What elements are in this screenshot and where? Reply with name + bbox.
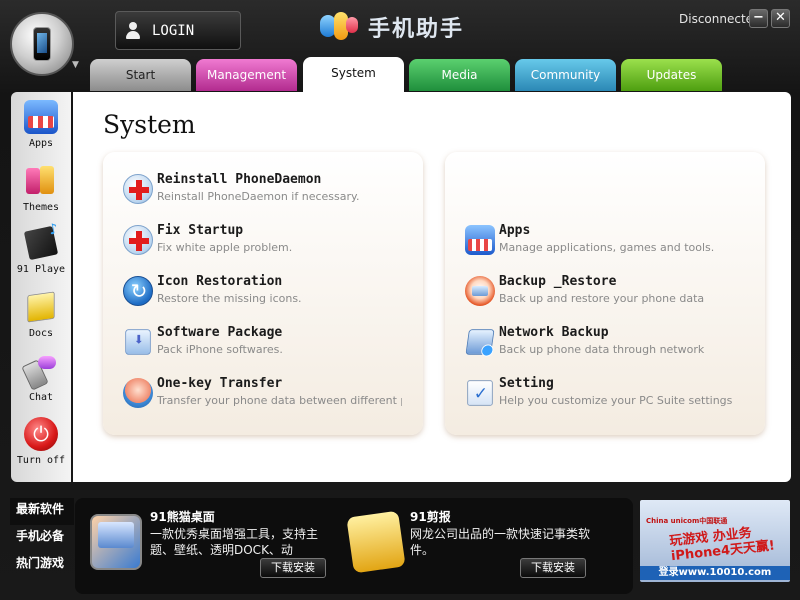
recommendations-panel: 91熊猫桌面 一款优秀桌面增强工具，支持主题、壁纸、透明DOCK、动 下载安装 … xyxy=(75,498,633,594)
item-description: Back up phone data through network xyxy=(499,343,705,356)
data-tools-card: Apps Manage applications, games and tool… xyxy=(445,152,765,435)
item-title: One-key Transfer xyxy=(157,376,283,391)
bottom-nav-games[interactable]: 热门游戏 xyxy=(10,552,74,579)
ad-headline: 玩游戏 办业务 iPhone4天天赢! xyxy=(668,525,776,565)
item-description: Help you customize your PC Suite setting… xyxy=(499,394,733,407)
sidebar-item-turn-off[interactable]: Turn off xyxy=(11,417,71,466)
item-description: Restore the missing icons. xyxy=(157,292,302,305)
network-backup-item[interactable]: Network Backup Back up phone data throug… xyxy=(465,325,755,365)
apps-item[interactable]: Apps Manage applications, games and tool… xyxy=(465,223,755,263)
desktop-app-icon xyxy=(90,514,142,570)
power-icon xyxy=(24,417,58,451)
fix-startup-item[interactable]: Fix Startup Fix white apple problem. xyxy=(123,223,413,263)
promo-panda-desktop: 91熊猫桌面 一款优秀桌面增强工具，支持主题、壁纸、透明DOCK、动 下载安装 xyxy=(90,508,340,588)
page-title: System xyxy=(103,110,196,139)
sidebar-item-chat[interactable]: Chat xyxy=(11,354,71,403)
reinstall-phonedaemon-item[interactable]: Reinstall PhoneDaemon Reinstall PhoneDae… xyxy=(123,172,413,212)
restore-icon xyxy=(123,276,154,306)
login-label: LOGIN xyxy=(152,22,195,39)
item-description: Back up and restore your phone data xyxy=(499,292,705,305)
sidebar-item-label: Themes xyxy=(22,202,60,213)
tab-community[interactable]: Community xyxy=(515,59,616,91)
sidebar-item-docs[interactable]: Docs xyxy=(11,290,71,339)
player-icon xyxy=(23,225,59,261)
chat-icon xyxy=(24,354,58,388)
item-title: Reinstall PhoneDaemon xyxy=(157,172,322,187)
left-sidebar: Apps Themes 91 Playe Docs Chat Turn off xyxy=(11,92,71,482)
device-button[interactable] xyxy=(10,12,74,76)
tab-updates[interactable]: Updates xyxy=(621,59,722,91)
docs-icon xyxy=(27,291,55,323)
item-title: Software Package xyxy=(157,325,283,340)
item-description: Fix white apple problem. xyxy=(157,241,293,254)
promo-clipper: 91剪报 网龙公司出品的一款快速记事类软件。 下载安装 xyxy=(346,508,600,588)
system-panel: System Reinstall PhoneDaemon Reinstall P… xyxy=(73,92,791,482)
close-button[interactable]: ✕ xyxy=(771,9,790,28)
item-title: Apps xyxy=(499,223,531,238)
tab-management[interactable]: Management xyxy=(196,59,297,91)
app-logo: 手机助手 xyxy=(318,10,464,44)
ad-banner[interactable]: China unicom中国联通 玩游戏 办业务 iPhone4天天赢! 登录w… xyxy=(640,500,790,582)
sidebar-item-label: Chat xyxy=(28,392,54,403)
software-package-item[interactable]: Software Package Pack iPhone softwares. xyxy=(123,325,413,365)
bottom-nav-latest[interactable]: 最新软件 xyxy=(10,498,74,525)
user-icon xyxy=(124,21,142,40)
iphone-icon xyxy=(33,27,51,61)
tab-media[interactable]: Media xyxy=(409,59,510,91)
ad-url: 登录www.10010.com xyxy=(640,566,790,580)
item-title: Network Backup xyxy=(499,325,609,340)
item-description: Reinstall PhoneDaemon if necessary. xyxy=(157,190,360,203)
apps-store-icon xyxy=(24,100,58,134)
network-backup-icon xyxy=(465,329,495,355)
install-button[interactable]: 下载安装 xyxy=(520,558,586,578)
medical-plus-icon xyxy=(123,174,153,204)
backup-restore-item[interactable]: Backup _Restore Back up and restore your… xyxy=(465,274,755,314)
sidebar-item-player[interactable]: 91 Playe xyxy=(11,225,71,275)
item-description: Manage applications, games and tools. xyxy=(499,241,715,254)
bottom-category-nav: 最新软件 手机必备 热门游戏 xyxy=(10,498,74,579)
bottom-nav-essentials[interactable]: 手机必备 xyxy=(10,525,74,552)
setting-item[interactable]: Setting Help you customize your PC Suite… xyxy=(465,376,755,416)
item-title: Backup _Restore xyxy=(499,274,617,289)
device-dropdown-icon[interactable]: ▼ xyxy=(72,60,79,70)
transfer-icon xyxy=(123,378,153,408)
item-title: Setting xyxy=(499,376,554,391)
item-description: Transfer your phone data between differe… xyxy=(157,394,402,407)
unicom-logo: China unicom中国联通 xyxy=(646,517,728,525)
sidebar-item-label: 91 Playe xyxy=(16,264,66,275)
icon-restoration-item[interactable]: Icon Restoration Restore the missing ico… xyxy=(123,274,413,314)
promo-title: 91熊猫桌面 xyxy=(150,510,215,524)
minimize-button[interactable]: − xyxy=(749,9,768,28)
item-title: Fix Startup xyxy=(157,223,244,238)
sidebar-item-label: Apps xyxy=(28,138,54,149)
sidebar-item-label: Docs xyxy=(28,328,54,339)
package-icon xyxy=(125,329,152,355)
medical-plus-icon xyxy=(123,225,153,255)
login-button[interactable]: LOGIN xyxy=(115,11,241,50)
install-button[interactable]: 下载安装 xyxy=(260,558,326,578)
item-title: Icon Restoration xyxy=(157,274,283,289)
promo-description: 一款优秀桌面增强工具，支持主题、壁纸、透明DOCK、动 xyxy=(150,527,319,557)
app-window: ▼ LOGIN 手机助手 Disconnected − ✕ Start Mana… xyxy=(0,0,800,600)
sidebar-item-apps[interactable]: Apps xyxy=(11,100,71,149)
notes-app-icon xyxy=(346,510,406,574)
logo-text: 手机助手 xyxy=(368,17,465,42)
one-key-transfer-item[interactable]: One-key Transfer Transfer your phone dat… xyxy=(123,376,413,416)
sidebar-item-label: Turn off xyxy=(16,455,66,466)
tab-system[interactable]: System xyxy=(303,57,404,93)
item-description: Pack iPhone softwares. xyxy=(157,343,283,356)
settings-check-icon xyxy=(467,380,494,406)
themes-icon xyxy=(24,164,58,198)
promo-description: 网龙公司出品的一款快速记事类软件。 xyxy=(410,527,591,557)
apps-store-icon xyxy=(465,225,495,255)
tab-start[interactable]: Start xyxy=(90,59,191,91)
backup-icon xyxy=(465,276,495,306)
logo-91-icon xyxy=(318,12,362,42)
sidebar-item-themes[interactable]: Themes xyxy=(11,164,71,213)
system-tools-card: Reinstall PhoneDaemon Reinstall PhoneDae… xyxy=(103,152,423,435)
promo-title: 91剪报 xyxy=(410,510,451,524)
